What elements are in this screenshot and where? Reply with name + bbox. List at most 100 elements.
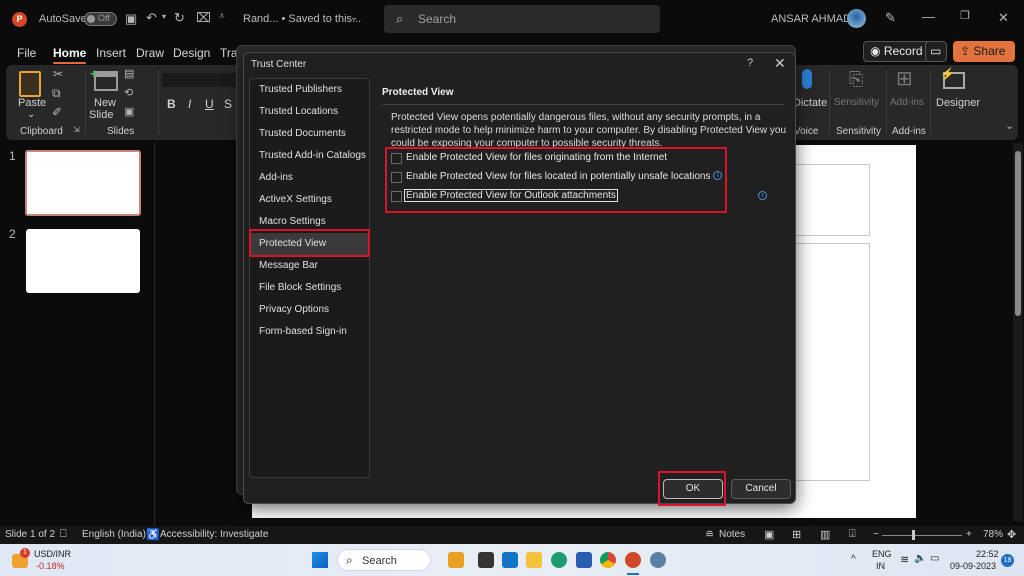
scrollbar-thumb[interactable] bbox=[1015, 151, 1021, 316]
undo-icon[interactable]: ↶ bbox=[146, 11, 157, 24]
widget-title[interactable]: USD/INR bbox=[34, 549, 71, 559]
taskbar-search[interactable]: ⌕ Search bbox=[337, 549, 431, 571]
reading-view-icon[interactable]: ▥ bbox=[820, 528, 830, 541]
avatar[interactable] bbox=[847, 9, 866, 28]
fit-to-window-icon[interactable]: ✥ bbox=[1007, 528, 1016, 541]
notification-badge[interactable]: 18 bbox=[1001, 554, 1014, 567]
nav-addins[interactable]: Add-ins bbox=[250, 167, 369, 189]
clipboard-launcher-icon[interactable]: ⇲ bbox=[73, 126, 80, 134]
paste-icon[interactable] bbox=[19, 71, 41, 97]
designer-pen-icon[interactable]: ✎ bbox=[885, 11, 896, 24]
slideshow-icon[interactable]: ⍗ bbox=[849, 528, 856, 541]
nav-file-block-settings[interactable]: File Block Settings bbox=[250, 277, 369, 299]
zoom-slider-thumb[interactable] bbox=[912, 530, 915, 540]
battery-icon[interactable]: ▭ bbox=[930, 553, 939, 564]
cancel-button[interactable]: Cancel bbox=[731, 479, 791, 499]
start-button[interactable] bbox=[312, 552, 328, 568]
outlook-icon[interactable] bbox=[502, 552, 518, 568]
clock-time[interactable]: 22:52 bbox=[976, 549, 999, 559]
present-icon[interactable]: ⌧ bbox=[196, 11, 211, 24]
edge-icon[interactable] bbox=[551, 552, 567, 568]
minimize-icon[interactable]: — bbox=[922, 10, 935, 23]
tab-file[interactable]: File bbox=[17, 46, 36, 60]
info-icon[interactable]: i bbox=[758, 191, 767, 200]
section-icon[interactable]: ▣ bbox=[124, 107, 134, 118]
nav-message-bar[interactable]: Message Bar bbox=[250, 255, 369, 277]
undo-dropdown-icon[interactable]: ▾ bbox=[162, 13, 166, 21]
new-slide-label[interactable]: New bbox=[94, 97, 116, 109]
paste-button[interactable]: Paste bbox=[18, 97, 46, 109]
bold-button[interactable]: B bbox=[167, 97, 176, 111]
underline-button[interactable]: U bbox=[205, 97, 214, 111]
title-chevron-icon[interactable]: ⌄ bbox=[350, 13, 358, 23]
clock-date[interactable]: 09-09-2023 bbox=[950, 561, 996, 571]
cut-icon[interactable]: ✂ bbox=[53, 68, 63, 80]
dictate-button[interactable]: Dictate bbox=[793, 97, 827, 109]
nav-privacy-options[interactable]: Privacy Options bbox=[250, 299, 369, 321]
paste-dropdown-icon[interactable]: ⌄ bbox=[27, 109, 35, 120]
font-name-box[interactable] bbox=[162, 73, 242, 87]
search-placeholder: Search bbox=[418, 12, 457, 26]
reset-icon[interactable]: ⟲ bbox=[124, 88, 133, 99]
powerpoint-taskbar-icon[interactable] bbox=[625, 552, 641, 568]
format-painter-icon[interactable]: ✐ bbox=[52, 106, 62, 118]
nav-trusted-documents[interactable]: Trusted Documents bbox=[250, 123, 369, 145]
search-box[interactable]: ⌕ Search bbox=[384, 5, 660, 33]
copy-icon[interactable]: ⧉ bbox=[52, 87, 61, 99]
file-explorer-icon[interactable] bbox=[526, 552, 542, 568]
help-button[interactable]: ? bbox=[747, 57, 753, 69]
app-icon[interactable] bbox=[478, 552, 494, 568]
save-icon[interactable]: ▣ bbox=[125, 12, 137, 25]
redo-icon[interactable]: ↻ bbox=[174, 11, 185, 24]
addins-button: Add-ins bbox=[890, 97, 924, 108]
slide-thumbnail-1[interactable] bbox=[25, 150, 141, 216]
share-button[interactable]: ⇪ Share ▾ bbox=[953, 41, 1015, 71]
italic-button[interactable]: I bbox=[188, 97, 191, 111]
slide-thumbnail-2[interactable] bbox=[26, 229, 140, 293]
vertical-scrollbar[interactable] bbox=[1013, 143, 1023, 521]
nav-activex-settings[interactable]: ActiveX Settings bbox=[250, 189, 369, 211]
record-button[interactable]: ◉ Record bbox=[863, 41, 930, 62]
layout-icon[interactable]: ▤ bbox=[124, 69, 134, 80]
nav-trusted-publishers[interactable]: Trusted Publishers bbox=[250, 79, 369, 101]
notes-button[interactable]: Notes bbox=[719, 529, 745, 540]
work-app-icon[interactable] bbox=[448, 552, 464, 568]
slide-sorter-icon[interactable]: ⊞ bbox=[792, 528, 801, 541]
store-icon[interactable] bbox=[576, 552, 592, 568]
strikethrough-button[interactable]: S bbox=[224, 97, 232, 111]
nav-form-based-sign-in[interactable]: Form-based Sign-in bbox=[250, 321, 369, 343]
tab-home[interactable]: Home bbox=[53, 46, 87, 64]
dialog-close-button[interactable]: ✕ bbox=[774, 55, 786, 72]
zoom-out-button[interactable]: − bbox=[873, 529, 879, 540]
normal-view-icon[interactable]: ▣ bbox=[764, 528, 774, 541]
accessibility-status[interactable]: Accessibility: Investigate bbox=[160, 529, 268, 540]
mic-icon[interactable] bbox=[802, 69, 812, 89]
customize-qat-icon[interactable]: ⩡ bbox=[219, 12, 225, 22]
zoom-level[interactable]: 78% bbox=[983, 529, 1003, 540]
tab-design[interactable]: Design bbox=[173, 46, 210, 60]
chrome-icon[interactable] bbox=[600, 552, 616, 568]
autosave-toggle[interactable]: Off bbox=[84, 12, 117, 26]
spell-check-icon[interactable]: ⎕ bbox=[60, 528, 67, 541]
share-icon: ⇪ bbox=[960, 44, 971, 58]
nav-trusted-locations[interactable]: Trusted Locations bbox=[250, 101, 369, 123]
close-window-icon[interactable]: ✕ bbox=[998, 11, 1009, 24]
tab-draw[interactable]: Draw bbox=[136, 46, 164, 60]
new-slide-label-2[interactable]: Slide bbox=[89, 109, 113, 121]
language-indicator[interactable]: English (India) bbox=[82, 529, 146, 540]
restore-icon[interactable]: ❐ bbox=[960, 11, 970, 22]
show-hidden-icons[interactable]: ^ bbox=[851, 554, 856, 565]
lang-1[interactable]: ENG bbox=[872, 549, 892, 559]
collapse-ribbon-icon[interactable]: ⌄ bbox=[1005, 121, 1014, 132]
wifi-icon[interactable]: ≋ bbox=[900, 553, 909, 566]
designer-button[interactable]: Designer bbox=[936, 97, 980, 109]
settings-icon[interactable] bbox=[650, 552, 666, 568]
zoom-in-button[interactable]: + bbox=[966, 529, 972, 540]
document-title[interactable]: Rand... • Saved to this... bbox=[243, 13, 361, 25]
volume-icon[interactable]: 🔈 bbox=[914, 553, 926, 564]
tab-insert[interactable]: Insert bbox=[96, 46, 126, 60]
comments-button[interactable]: ▭ bbox=[925, 41, 947, 62]
nav-trusted-addin-catalogs[interactable]: Trusted Add-in Catalogs bbox=[250, 145, 369, 167]
lang-2[interactable]: IN bbox=[876, 561, 885, 571]
zoom-slider[interactable] bbox=[882, 535, 962, 536]
